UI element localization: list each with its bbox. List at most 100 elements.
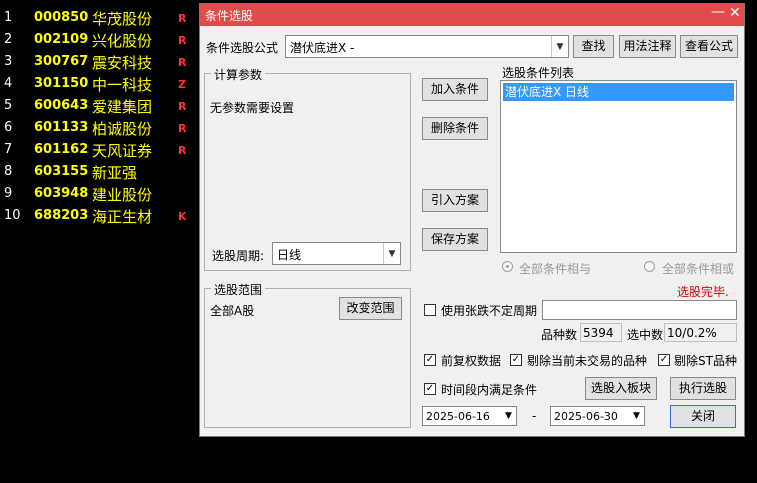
stock-name: 震安科技 — [92, 54, 153, 72]
stock-code: 300767 — [34, 54, 89, 69]
chevron-down-icon[interactable]: ▼ — [551, 36, 568, 57]
stock-row[interactable]: 2 002109 兴化股份 R — [0, 29, 200, 51]
stock-code: 301150 — [34, 76, 89, 91]
stock-row[interactable]: 3 300767 震安科技 R — [0, 51, 200, 73]
stock-index: 3 — [4, 54, 13, 69]
add-condition-button[interactable]: 加入条件 — [422, 78, 488, 101]
stock-row[interactable]: 10 688203 海正生材 K — [0, 205, 200, 227]
time-range-checkbox[interactable]: ✓ — [424, 383, 436, 395]
checkmark-icon: ✓ — [425, 383, 435, 394]
adjusted-data-label: 前复权数据 — [441, 354, 502, 368]
execute-button[interactable]: 执行选股 — [670, 377, 736, 400]
radio-or-label: 全部条件相或 — [662, 262, 735, 276]
exclude-st-label: 剔除ST品种 — [674, 354, 737, 368]
stock-row[interactable]: 1 000850 华茂股份 R — [0, 7, 200, 29]
stock-row[interactable]: 4 301150 中一科技 Z — [0, 73, 200, 95]
calc-params-title: 计算参数 — [211, 66, 266, 83]
close-button[interactable]: 关闭 — [670, 405, 736, 428]
view-formula-button[interactable]: 查看公式 — [680, 35, 738, 58]
stock-code: 600643 — [34, 98, 89, 113]
dialog-title: 条件选股 — [205, 9, 254, 23]
start-date-picker[interactable]: 2025-06-16 ▼ — [422, 406, 517, 426]
stock-row[interactable]: 9 603948 建业股份 — [0, 183, 200, 205]
checkmark-icon: ✓ — [511, 354, 521, 365]
save-plan-button[interactable]: 保存方案 — [422, 228, 488, 251]
chevron-down-icon[interactable]: ▼ — [383, 243, 400, 264]
stock-name: 新亚强 — [92, 164, 138, 182]
radio-and[interactable] — [502, 261, 513, 272]
stock-index: 2 — [4, 32, 13, 47]
start-date-value: 2025-06-16 — [426, 410, 490, 423]
stock-index: 4 — [4, 76, 13, 91]
exclude-untraded-checkbox[interactable]: ✓ — [510, 354, 522, 366]
time-range-label: 时间段内满足条件 — [441, 383, 538, 397]
uncertain-period-checkbox[interactable] — [424, 304, 436, 316]
stock-row[interactable]: 7 601162 天风证券 R — [0, 139, 200, 161]
end-date-value: 2025-06-30 — [554, 410, 618, 423]
chevron-down-icon[interactable]: ▼ — [501, 407, 516, 425]
range-group-title: 选股范围 — [211, 281, 266, 298]
stock-row[interactable]: 6 601133 柏诚股份 R — [0, 117, 200, 139]
stock-code: 002109 — [34, 32, 89, 47]
hit-field: 10/0.2% — [664, 323, 737, 342]
stock-index: 5 — [4, 98, 13, 113]
stock-name: 中一科技 — [92, 76, 153, 94]
range-value: 全部A股 — [210, 304, 255, 318]
stock-flag: R — [178, 12, 187, 25]
checkmark-icon: ✓ — [659, 354, 669, 365]
count-label: 品种数 — [541, 328, 578, 342]
stock-code: 601133 — [34, 120, 89, 135]
condition-list-label: 选股条件列表 — [502, 66, 575, 80]
no-params-text: 无参数需要设置 — [210, 101, 295, 115]
exclude-untraded-label: 剔除当前未交易的品种 — [527, 354, 648, 368]
exclude-st-checkbox[interactable]: ✓ — [658, 354, 670, 366]
uncertain-period-label: 使用张跌不定周期 — [441, 304, 538, 318]
minimize-icon[interactable]: — — [711, 4, 725, 20]
delete-condition-button[interactable]: 删除条件 — [422, 117, 488, 140]
period-label: 选股周期: — [212, 249, 265, 263]
stock-flag: K — [178, 210, 187, 223]
stock-flag: R — [178, 100, 187, 113]
formula-label: 条件选股公式 — [206, 41, 279, 55]
formula-select[interactable]: 潜伏底进X - ▼ — [285, 35, 569, 58]
stock-name: 兴化股份 — [92, 32, 153, 50]
close-icon[interactable]: ✕ — [729, 5, 741, 21]
status-text: 选股完毕. — [677, 285, 729, 299]
radio-or[interactable] — [644, 261, 655, 272]
hit-value: 10/0.2% — [667, 326, 717, 340]
uncertain-period-input[interactable] — [542, 300, 737, 320]
adjusted-data-checkbox[interactable]: ✓ — [424, 354, 436, 366]
range-group: 选股范围 全部A股 改变范围 — [204, 281, 411, 428]
end-date-picker[interactable]: 2025-06-30 ▼ — [550, 406, 645, 426]
stock-index: 9 — [4, 186, 13, 201]
stock-index: 10 — [4, 208, 21, 223]
hit-label: 选中数 — [627, 328, 664, 342]
stock-index: 8 — [4, 164, 13, 179]
find-button[interactable]: 查找 — [573, 35, 614, 58]
change-range-button[interactable]: 改变范围 — [339, 297, 402, 320]
stock-name: 华茂股份 — [92, 10, 153, 28]
condition-list[interactable]: 潜伏底进X 日线 — [500, 80, 737, 253]
stock-row[interactable]: 5 600643 爱建集团 R — [0, 95, 200, 117]
stock-index: 1 — [4, 10, 13, 25]
condition-list-item[interactable]: 潜伏底进X 日线 — [503, 83, 734, 101]
stock-name: 天风证券 — [92, 142, 153, 160]
stock-code: 603155 — [34, 164, 89, 179]
period-select[interactable]: 日线 ▼ — [272, 242, 401, 265]
count-field: 5394 — [580, 323, 622, 342]
radio-and-label: 全部条件相与 — [519, 262, 592, 276]
usage-notes-button[interactable]: 用法注释 — [619, 35, 676, 58]
stock-name: 柏诚股份 — [92, 120, 153, 138]
date-separator: - — [532, 409, 537, 423]
calc-params-group: 计算参数 无参数需要设置 选股周期: 日线 ▼ — [204, 66, 411, 271]
stock-index: 6 — [4, 120, 13, 135]
import-plan-button[interactable]: 引入方案 — [422, 189, 488, 212]
chevron-down-icon[interactable]: ▼ — [629, 407, 644, 425]
count-value: 5394 — [583, 326, 614, 340]
to-block-button[interactable]: 选股入板块 — [585, 377, 657, 400]
stock-name: 海正生材 — [92, 208, 153, 226]
period-select-value: 日线 — [277, 248, 302, 262]
dialog-titlebar[interactable]: 条件选股 — ✕ — [200, 4, 744, 26]
stock-row[interactable]: 8 603155 新亚强 — [0, 161, 200, 183]
stock-flag: R — [178, 56, 187, 69]
